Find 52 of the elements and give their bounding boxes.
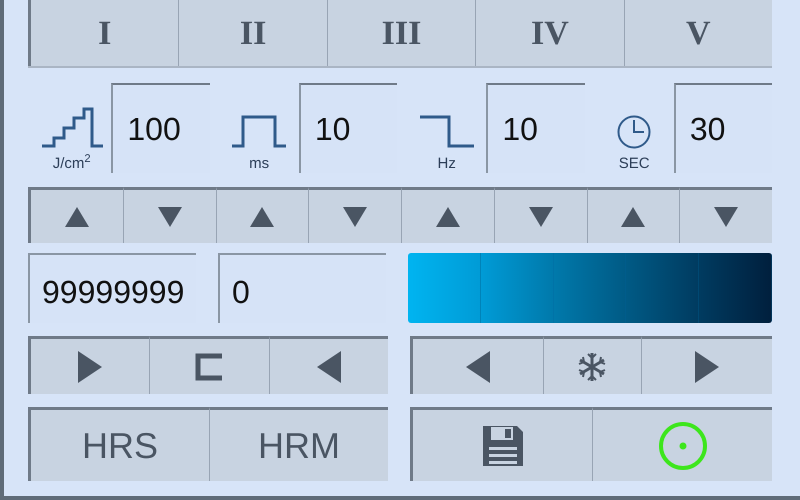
up-arrow-icon [434,206,461,228]
cooling-button[interactable] [544,336,642,394]
bracket-icon [195,352,224,380]
save-button[interactable] [410,407,593,481]
play-button[interactable] [28,336,150,394]
value-field[interactable]: 10 [486,83,584,173]
up-arrow-icon [620,206,646,228]
increase-button[interactable] [402,187,495,243]
right-button[interactable] [642,336,772,394]
counter-field: 0 [218,253,386,323]
value-field[interactable]: 30 [674,83,772,173]
left-button[interactable] [410,336,544,394]
clock-icon [616,114,652,150]
play-icon [77,350,104,384]
unit-label: SEC [618,156,650,171]
pulse-icon [231,114,288,150]
down-arrow-icon [156,206,183,228]
value-field[interactable]: 100 [111,83,210,173]
unit-label: Hz [438,156,456,171]
reverse-icon [316,350,342,384]
start-button[interactable] [593,407,772,481]
down-arrow-icon [528,206,554,228]
value-field[interactable]: 10 [298,83,397,173]
snowflake-icon [577,352,608,382]
mode-button[interactable]: HRM [210,407,388,481]
decrease-button[interactable] [124,187,216,243]
tab[interactable]: V [624,0,772,66]
right-arrow-icon [694,350,720,384]
tab[interactable]: III [328,0,476,66]
reverse-button[interactable] [270,336,388,394]
decrease-button[interactable] [494,187,588,243]
staircase-icon [40,106,104,150]
up-arrow-icon [249,206,276,228]
decrease-button[interactable] [309,187,402,243]
increase-button[interactable] [216,187,310,243]
left-arrow-icon [465,350,492,384]
down-arrow-icon [713,206,740,228]
falling-edge-icon [418,114,475,150]
bracket-button[interactable] [150,336,270,394]
increase-button[interactable] [588,187,680,243]
target-icon [658,420,708,470]
tab[interactable]: IV [476,0,625,66]
down-arrow-icon [342,206,368,228]
unit-label: ms [249,156,270,171]
counter-field: 99999999 [28,253,196,323]
up-arrow-icon [64,206,90,228]
tab[interactable]: I [28,0,180,66]
mode-button[interactable]: HRS [28,407,210,481]
decrease-button[interactable] [680,187,772,243]
tab[interactable]: II [179,0,328,66]
unit-label: J/cm$^{2}$ [52,156,91,171]
increase-button[interactable] [28,187,124,243]
